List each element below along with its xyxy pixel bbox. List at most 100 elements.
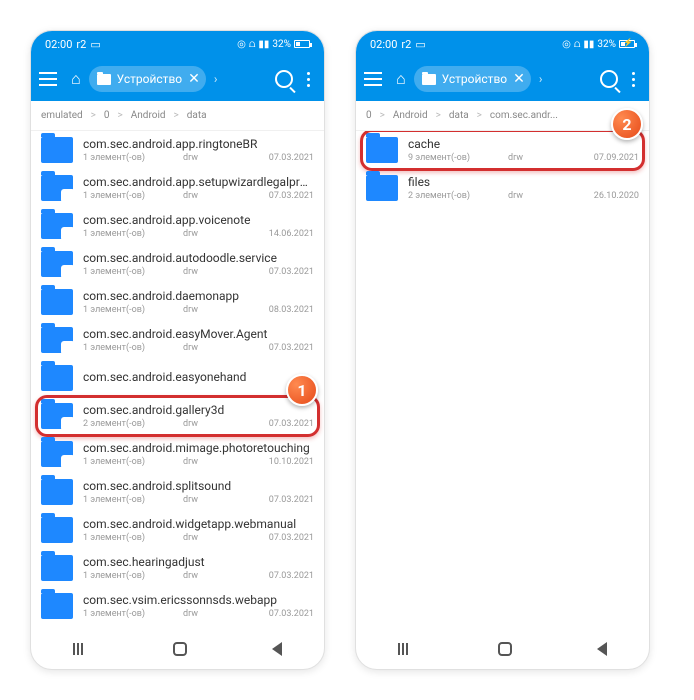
folder-row[interactable]: com.sec.vsim.ericssonnsds.webapp 1 элемен… [31,587,324,625]
android-nav [356,629,649,669]
folder-icon [41,327,73,353]
folder-row[interactable]: com.sec.hearingadjust1 элемент(-ов)drw07… [31,549,324,587]
date: 07.03.2021 [233,343,314,353]
date: 26.10.2020 [558,191,639,201]
item-count: 1 элемент(-ов) [83,609,183,619]
folder-row[interactable]: files2 элемент(-ов)drw26.10.2020 [356,169,649,207]
breadcrumb-item[interactable]: Android [131,110,166,121]
nav-back[interactable] [272,642,282,656]
breadcrumb: 0>Android>data>com.sec.andr... [356,101,649,131]
date: 07.03.2021 [233,267,314,277]
folder-icon [41,593,73,619]
battery-pct: 32% [272,39,291,50]
chevron-right-icon: > [174,110,179,121]
item-count: 1 элемент(-ов) [83,533,183,543]
status-bar: 02:00 r2 ▭ ◎ ⩍ ▮▮ 32% [31,31,324,57]
menu-button[interactable] [364,67,388,91]
permissions: drw [183,153,233,163]
folder-icon [41,517,73,543]
more-button[interactable] [301,72,316,87]
close-icon[interactable]: ✕ [188,71,200,87]
permissions: drw [183,533,233,543]
nav-back[interactable] [597,642,607,656]
folder-icon [41,175,73,201]
folder-icon [41,289,73,315]
folder-name: com.sec.android.splitsound [83,479,314,493]
permissions: drw [183,305,233,315]
path-chip-label: Устройство [442,72,507,86]
folder-name: com.sec.android.app.ringtoneBR [83,137,314,151]
permissions: drw [183,343,233,353]
folder-icon [41,251,73,277]
folder-icon [41,441,73,467]
search-button[interactable] [600,70,618,88]
path-chip-label: Устройство [117,72,182,86]
chevron-right-icon: > [91,110,96,121]
folder-row[interactable]: com.sec.android.widgetapp.webmanual1 эле… [31,511,324,549]
folder-row[interactable]: cache9 элемент(-ов)drw07.09.2021 [356,131,649,169]
breadcrumb-item[interactable]: com.sec.andr... [490,110,558,121]
folder-name: com.sec.hearingadjust [83,555,314,569]
permissions: drw [183,457,233,467]
folder-name: com.sec.android.easyMover.Agent [83,327,314,341]
folder-name: com.sec.android.gallery3d [83,403,314,417]
menu-button[interactable] [39,67,63,91]
folder-icon [366,175,398,201]
nav-recent[interactable] [398,643,414,655]
item-count: 1 элемент(-ов) [83,305,183,315]
folder-row[interactable]: com.sec.android.easyMover.Agent1 элемент… [31,321,324,359]
breadcrumb-item[interactable]: Android [393,110,428,121]
folder-row[interactable]: com.sec.android.splitsound 1 элемент(-ов)… [31,473,324,511]
permissions: drw [508,191,558,201]
folder-name: com.sec.vsim.ericssonnsds.webapp [83,593,314,607]
folder-row[interactable]: com.sec.android.mimage.photoretouching1 … [31,435,324,473]
network-label: r2 [76,38,86,51]
file-list: com.sec.android.app.ringtoneBR 1 элемент(… [31,131,324,629]
folder-row[interactable]: com.sec.android.app.voicenote1 элемент(-… [31,207,324,245]
folder-row[interactable]: com.sec.android.app.ringtoneBR1 элемент(… [31,131,324,169]
breadcrumb-item[interactable]: data [187,110,207,121]
folder-icon [41,479,73,505]
folder-row[interactable]: com.sec.android.easyonehand [31,359,324,397]
nav-home[interactable] [498,642,512,656]
path-chip[interactable]: Устройство ✕ [89,66,206,92]
app-indicator-icon: ▭ [415,38,425,51]
folder-row[interactable]: com.sec.android.autodoodle.service 1 элем… [31,245,324,283]
home-button[interactable]: ⌂ [71,69,81,89]
chevron-right-icon: › [539,72,543,86]
phone-right: 02:00 r2 ▭ ◎ ⩍ ▮▮ 32% ⌂ Устройство ✕ › 0… [355,30,650,670]
item-count: 1 элемент(-ов) [83,495,183,505]
close-icon[interactable]: ✕ [513,71,525,87]
hotspot-icon: ◎ [562,39,571,50]
date: 07.03.2021 [233,533,314,543]
permissions: drw [183,229,233,239]
item-count: 2 элемент(-ов) [408,191,508,201]
item-count: 1 элемент(-ов) [83,267,183,277]
folder-icon [41,403,73,429]
path-chip[interactable]: Устройство ✕ [414,66,531,92]
folder-name: com.sec.android.autodoodle.service [83,251,314,265]
permissions: drw [183,191,233,201]
home-button[interactable]: ⌂ [396,69,406,89]
date: 07.03.2021 [233,419,314,429]
folder-row[interactable]: com.sec.android.gallery3d2 элемент(-ов)d… [31,397,324,435]
folder-icon [422,74,436,85]
breadcrumb-item[interactable]: data [449,110,469,121]
battery-pct: 32% [597,39,616,50]
breadcrumb-item[interactable]: 0 [366,110,372,121]
search-button[interactable] [275,70,293,88]
battery-icon [294,40,310,48]
toolbar: ⌂ Устройство ✕ › [31,57,324,101]
nav-home[interactable] [173,642,187,656]
date: 10.10.2021 [233,457,314,467]
date: 07.03.2021 [233,495,314,505]
more-button[interactable] [626,72,641,87]
nav-recent[interactable] [73,643,89,655]
folder-row[interactable]: com.sec.android.app.setupwizardlegalprov… [31,169,324,207]
breadcrumb-item[interactable]: 0 [104,110,110,121]
folder-row[interactable]: com.sec.android.daemonapp1 элемент(-ов)d… [31,283,324,321]
breadcrumb-item[interactable]: emulated [41,110,83,121]
date: 08.03.2021 [233,305,314,315]
folder-icon [41,137,73,163]
item-count: 1 элемент(-ов) [83,229,183,239]
